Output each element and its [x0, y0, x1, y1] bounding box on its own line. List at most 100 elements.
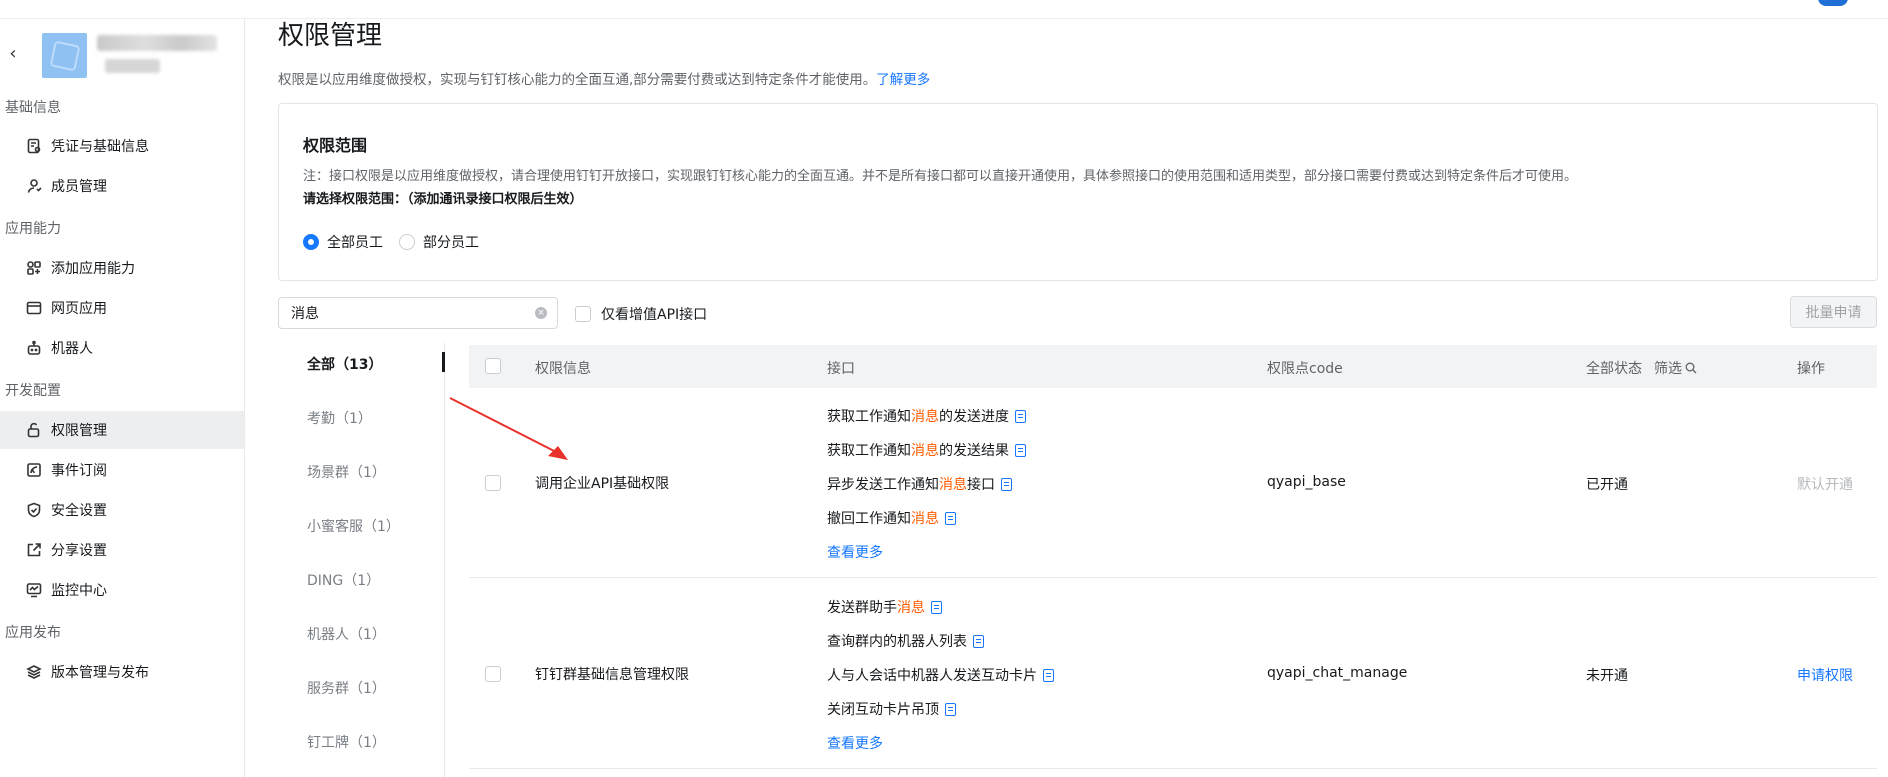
- category-customer-service[interactable]: 小蜜客服（1）: [307, 516, 400, 536]
- doc-icon[interactable]: [1001, 477, 1012, 491]
- select-all-checkbox[interactable]: [485, 358, 501, 374]
- api-link[interactable]: 发送群助手 消息: [827, 597, 942, 617]
- value-added-filter[interactable]: 仅看增值API接口: [575, 304, 707, 324]
- main-content: 权限管理 权限是以应用维度做授权，实现与钉钉核心能力的全面互通,部分需要付费或达…: [245, 0, 1888, 777]
- api-highlight: 消息: [939, 477, 967, 493]
- robot-icon: [24, 338, 44, 358]
- header-api: 接口: [827, 361, 855, 377]
- category-service-group[interactable]: 服务群（1）: [307, 678, 386, 698]
- doc-icon[interactable]: [931, 600, 942, 614]
- view-more-link[interactable]: 查看更多: [827, 542, 883, 562]
- sidebar-item-credentials[interactable]: 凭证与基础信息: [0, 127, 244, 165]
- sidebar-item-members[interactable]: 成员管理: [0, 167, 244, 205]
- filter-label: 筛选: [1654, 361, 1682, 377]
- api-text: 获取工作通知: [827, 443, 911, 459]
- page-title: 权限管理: [278, 21, 383, 51]
- api-link[interactable]: 获取工作通知 消息 的发送进度: [827, 406, 1026, 426]
- category-badge[interactable]: 钉工牌（1）: [307, 732, 386, 752]
- api-text: 查询群内的机器人列表: [827, 634, 967, 650]
- api-text: 撤回工作通知: [827, 511, 911, 527]
- apply-permission-button[interactable]: 申请权限: [1797, 665, 1853, 685]
- api-text: 获取工作通知: [827, 409, 911, 425]
- row-checkbox[interactable]: [485, 666, 501, 682]
- api-text: 的发送进度: [939, 409, 1009, 425]
- radio-some-staff[interactable]: 部分员工: [399, 232, 479, 252]
- category-attendance[interactable]: 考勤（1）: [307, 408, 372, 428]
- api-text: 发送群助手: [827, 600, 897, 616]
- category-ding[interactable]: DING（1）: [307, 570, 380, 590]
- doc-icon[interactable]: [1015, 409, 1026, 423]
- sidebar-item-share[interactable]: 分享设置: [0, 531, 244, 569]
- learn-more-link[interactable]: 了解更多: [876, 72, 930, 88]
- api-link[interactable]: 撤回工作通知 消息: [827, 508, 956, 528]
- batch-apply-button[interactable]: 批量申请: [1790, 296, 1877, 328]
- app-name-redacted: [97, 35, 217, 51]
- description-text: 权限是以应用维度做授权，实现与钉钉核心能力的全面互通,部分需要付费或达到特定条件…: [278, 72, 877, 88]
- status-text: 已开通: [1586, 477, 1628, 493]
- category-list: 全部（13） 考勤（1） 场景群（1） 小蜜客服（1） DING（1） 机器人（…: [245, 343, 445, 777]
- sidebar: ‹ 基础信息 凭证与基础信息 成员管理 应用能力 添加应用能力 网页应用 机器人…: [0, 19, 245, 777]
- category-robot[interactable]: 机器人（1）: [307, 624, 386, 644]
- row-checkbox[interactable]: [485, 475, 501, 491]
- category-scene-group[interactable]: 场景群（1）: [307, 462, 386, 482]
- sidebar-item-label: 添加应用能力: [51, 261, 135, 277]
- table-row: 钉钉群基础信息管理权限 发送群助手 消息 查询群内的机器人列表 人与人会话中机器人…: [469, 579, 1877, 769]
- doc-icon[interactable]: [1015, 443, 1026, 457]
- clear-icon[interactable]: ×: [535, 307, 547, 319]
- api-text: 的发送结果: [939, 443, 1009, 459]
- doc-icon[interactable]: [973, 634, 984, 648]
- doc-icon[interactable]: [945, 511, 956, 525]
- checkbox-icon[interactable]: [575, 306, 591, 322]
- api-link[interactable]: 异步发送工作通知 消息 接口: [827, 474, 1012, 494]
- api-link[interactable]: 人与人会话中机器人发送互动卡片: [827, 665, 1054, 685]
- active-category-indicator: [442, 352, 445, 372]
- table-row: 调用企业API基础权限 获取工作通知 消息 的发送进度 获取工作通知 消息 的发送结果 …: [469, 388, 1877, 578]
- sidebar-item-web-app[interactable]: 网页应用: [0, 289, 244, 327]
- sidebar-item-label: 监控中心: [51, 583, 107, 599]
- shield-icon: [24, 500, 44, 520]
- sidebar-item-robot[interactable]: 机器人: [0, 329, 244, 367]
- status-text: 未开通: [1586, 668, 1628, 684]
- sidebar-group-publish: 应用发布: [5, 625, 61, 641]
- sidebar-item-add-capability[interactable]: 添加应用能力: [0, 249, 244, 287]
- scope-panel: 权限范围 注：接口权限是以应用维度做授权，请合理使用钉钉开放接口，实现跟钉钉核心…: [278, 103, 1878, 281]
- table-header: 权限信息 接口 权限点code 全部状态 筛选 操作: [469, 345, 1877, 388]
- layers-icon: [24, 662, 44, 682]
- radio-label: 部分员工: [423, 235, 479, 251]
- sidebar-item-permissions[interactable]: 权限管理: [0, 411, 244, 449]
- doc-icon[interactable]: [1043, 668, 1054, 682]
- api-text: 异步发送工作通知: [827, 477, 939, 493]
- sidebar-item-events[interactable]: 事件订阅: [0, 451, 244, 489]
- scope-note: 注：接口权限是以应用维度做授权，请合理使用钉钉开放接口，实现跟钉钉核心能力的全面…: [303, 169, 1578, 184]
- api-highlight: 消息: [911, 409, 939, 425]
- credential-icon: [24, 136, 44, 156]
- permission-code: qyapi_base: [1267, 474, 1346, 490]
- page-description: 权限是以应用维度做授权，实现与钉钉核心能力的全面互通,部分需要付费或达到特定条件…: [278, 68, 930, 88]
- event-icon: [24, 460, 44, 480]
- chevron-left-icon[interactable]: ‹: [4, 45, 22, 63]
- doc-icon[interactable]: [945, 702, 956, 716]
- sidebar-item-security[interactable]: 安全设置: [0, 491, 244, 529]
- view-more-link[interactable]: 查看更多: [827, 733, 883, 753]
- api-link[interactable]: 获取工作通知 消息 的发送结果: [827, 440, 1026, 460]
- app-sub-redacted: [105, 59, 160, 73]
- header-status[interactable]: 全部状态: [1586, 358, 1642, 378]
- sidebar-item-monitor[interactable]: 监控中心: [0, 571, 244, 609]
- permission-code: qyapi_chat_manage: [1267, 665, 1408, 681]
- sidebar-item-label: 凭证与基础信息: [51, 139, 149, 155]
- radio-unchecked-icon: [399, 234, 415, 250]
- api-text: 接口: [967, 477, 995, 493]
- sidebar-item-label: 分享设置: [51, 543, 107, 559]
- api-link[interactable]: 查询群内的机器人列表: [827, 631, 984, 651]
- search-input[interactable]: [291, 305, 511, 321]
- sidebar-item-versions[interactable]: 版本管理与发布: [0, 653, 244, 691]
- api-link[interactable]: 关闭互动卡片吊顶: [827, 699, 956, 719]
- user-icon: [24, 176, 44, 196]
- sidebar-item-label: 版本管理与发布: [51, 665, 149, 681]
- category-all[interactable]: 全部（13）: [307, 354, 382, 374]
- filter-button[interactable]: 筛选: [1654, 358, 1697, 378]
- share-icon: [24, 540, 44, 560]
- radio-all-staff[interactable]: 全部员工: [303, 232, 383, 252]
- sidebar-item-label: 机器人: [51, 341, 93, 357]
- header-action: 操作: [1797, 361, 1825, 377]
